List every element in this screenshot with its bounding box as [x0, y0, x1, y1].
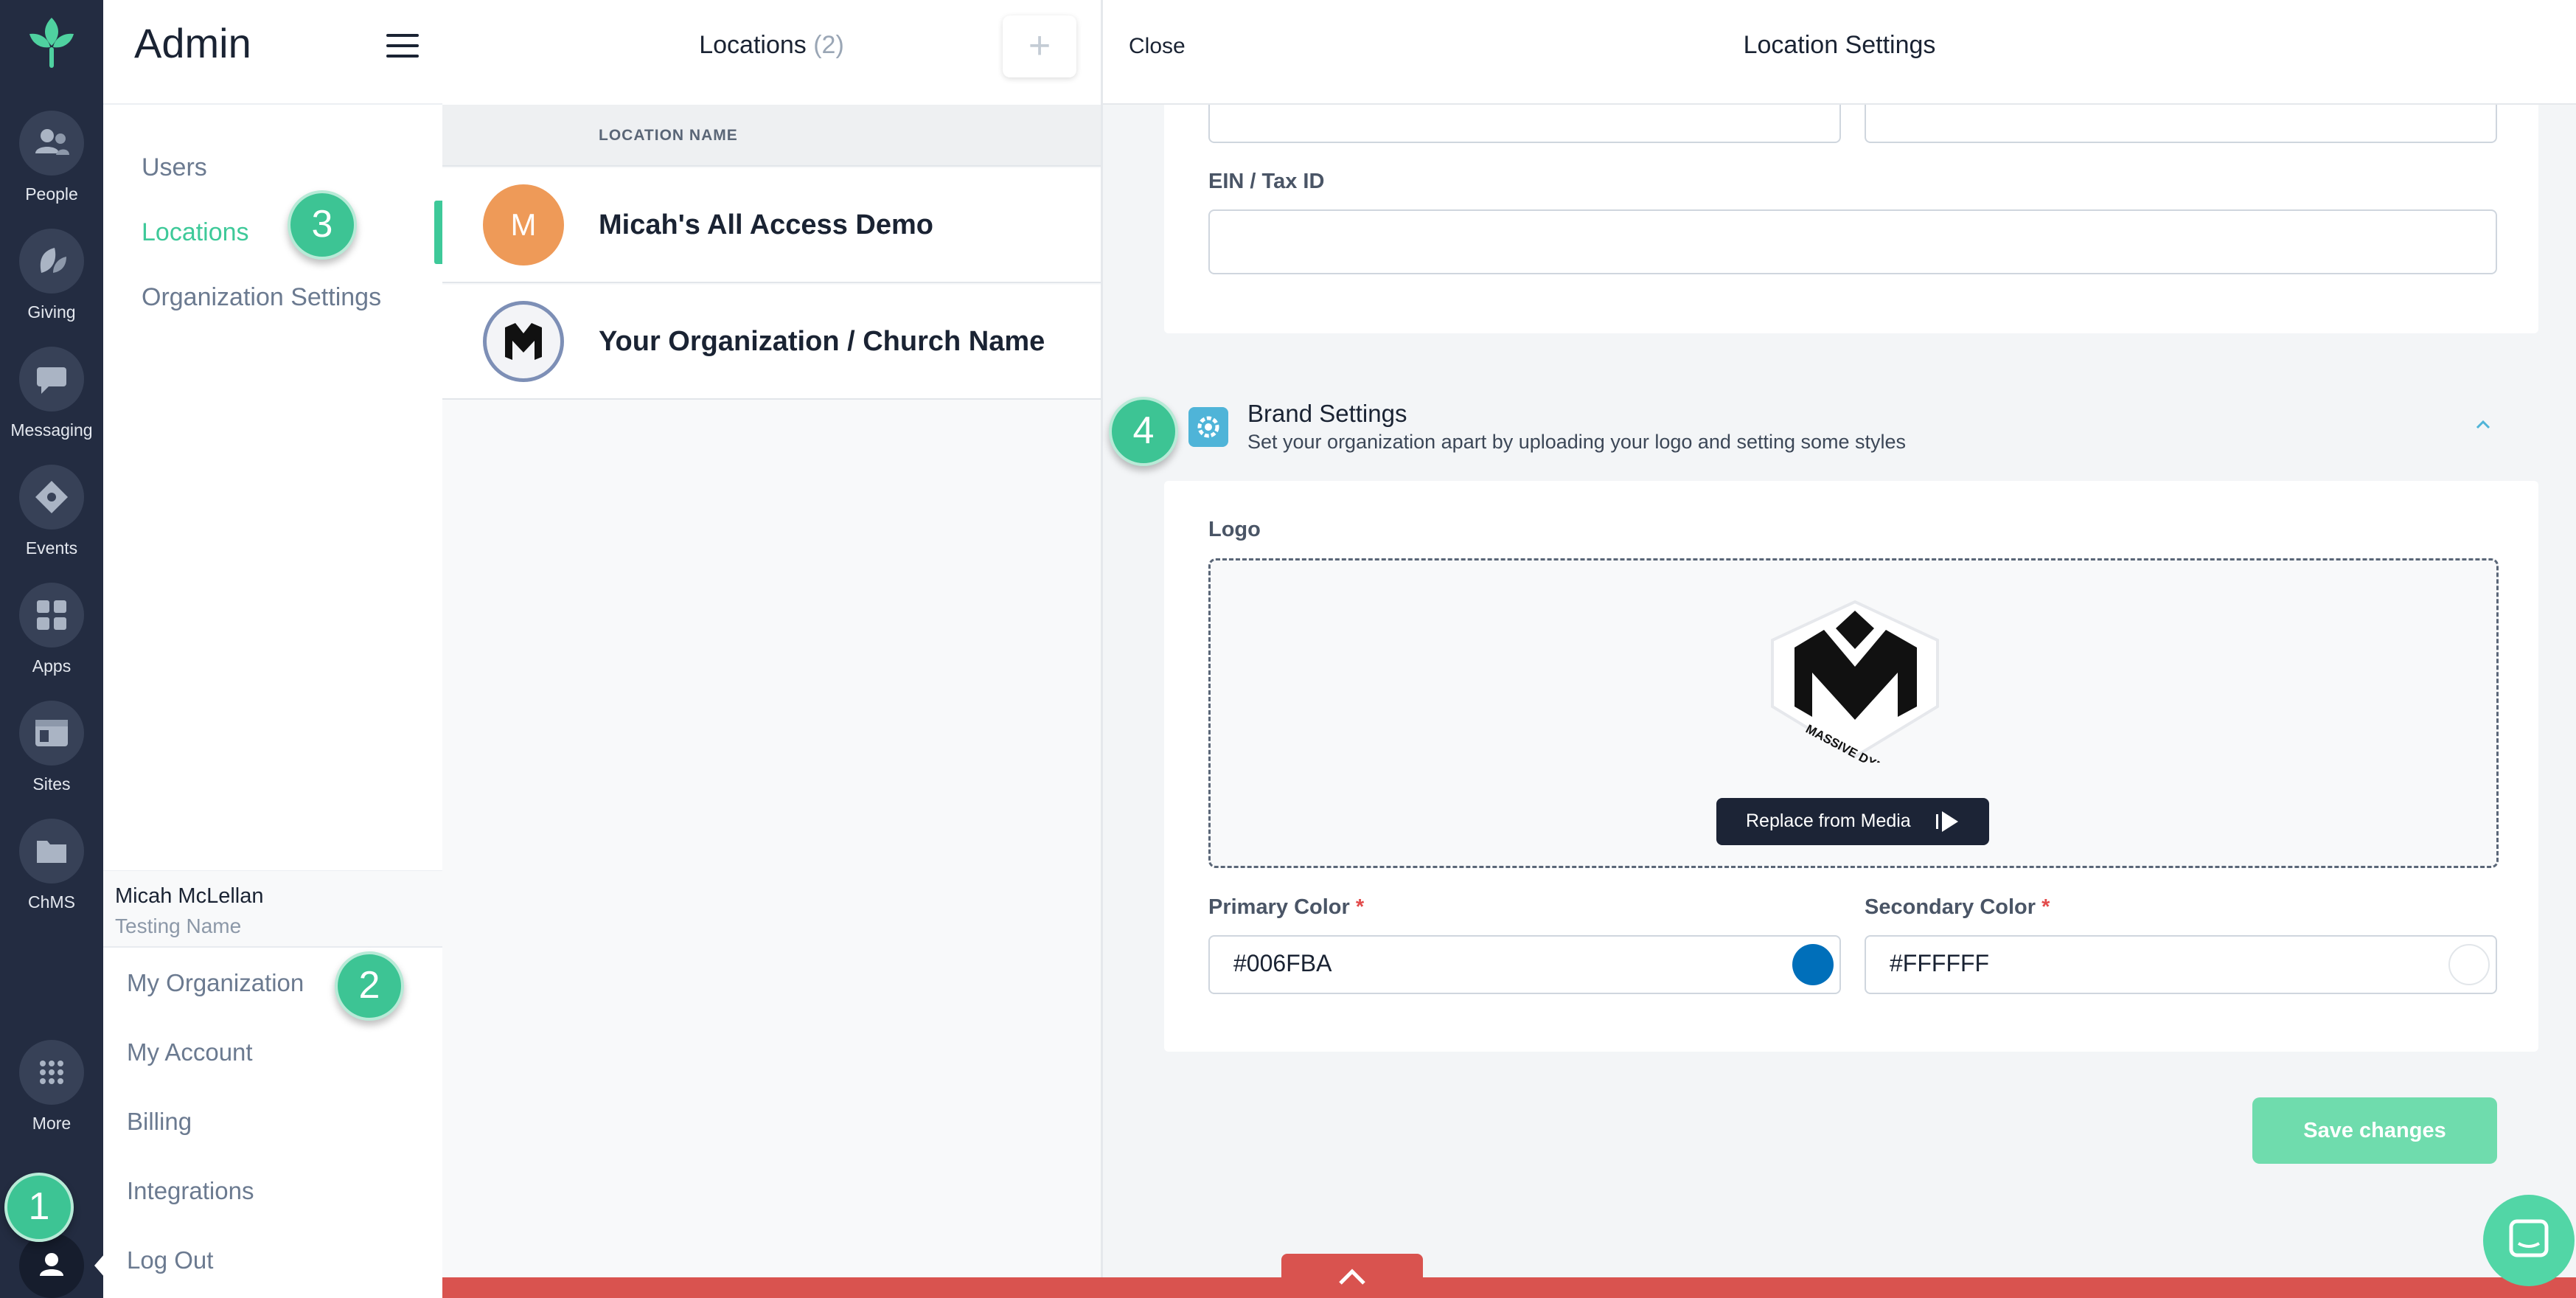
app-nav-rail: People Giving Messaging Events Apps Site…	[0, 0, 105, 1298]
user-name: Micah McLellan	[115, 884, 264, 908]
active-menu-indicator	[434, 201, 442, 264]
replace-from-media-button[interactable]: Replace from Media	[1716, 798, 1989, 845]
account-menu-my-organization[interactable]: My Organization	[127, 969, 304, 997]
bottom-status-bar	[442, 1277, 2576, 1298]
replace-from-media-label: Replace from Media	[1746, 811, 1911, 831]
primary-color-input[interactable]: #006FBA	[1208, 935, 1841, 994]
locations-header: Locations (2) +	[442, 0, 1101, 105]
secondary-color-label-text: Secondary Color	[1865, 895, 2036, 919]
nav-more[interactable]: More	[0, 1040, 103, 1134]
table-row[interactable]: M Micah's All Access Demo	[442, 168, 1101, 283]
secondary-color-value: #FFFFFF	[1890, 950, 1990, 976]
settings-title: Location Settings	[1743, 31, 1936, 59]
more-dots-icon	[19, 1040, 84, 1105]
nav-giving[interactable]: Giving	[0, 229, 103, 322]
save-changes-button[interactable]: Save changes	[2252, 1097, 2497, 1164]
chat-launcher-button[interactable]	[2483, 1195, 2575, 1286]
menu-locations[interactable]: Locations	[142, 218, 249, 247]
table-header: LOCATION NAME	[442, 105, 1101, 167]
massive-dynamic-logo: MASSIVE DYNAMIC	[1765, 596, 1945, 790]
organization-details-card: EIN / Tax ID	[1164, 74, 2538, 333]
user-icon	[40, 1253, 63, 1276]
sites-icon	[19, 701, 84, 766]
add-location-button[interactable]: +	[1003, 15, 1076, 77]
step-badge-1: 1	[4, 1173, 74, 1242]
admin-panel: Admin Users Locations Organization Setti…	[103, 0, 442, 1298]
nav-events-label: Events	[25, 538, 78, 558]
hamburger-menu-icon[interactable]	[386, 32, 419, 59]
gear-icon	[1188, 407, 1228, 447]
locations-count: (2)	[813, 31, 844, 59]
location-logo-avatar	[483, 301, 564, 382]
account-menu-my-account[interactable]: My Account	[127, 1038, 253, 1066]
chevron-up-icon	[1339, 1268, 1365, 1285]
account-menu-billing[interactable]: Billing	[127, 1108, 192, 1136]
media-play-icon	[1936, 811, 1958, 832]
primary-color-swatch[interactable]	[1792, 944, 1834, 985]
step-badge-2: 2	[335, 951, 404, 1021]
nav-sites-label: Sites	[32, 774, 71, 794]
logo-label: Logo	[1208, 518, 1261, 541]
nav-chms-label: ChMS	[28, 892, 75, 912]
app-logo-icon[interactable]	[27, 15, 77, 71]
column-location-name[interactable]: LOCATION NAME	[599, 127, 738, 145]
primary-color-value: #006FBA	[1233, 950, 1332, 976]
brand-settings-subtitle: Set your organization apart by uploading…	[1247, 431, 1907, 453]
admin-title: Admin	[134, 20, 251, 66]
giving-leaf-icon	[19, 229, 84, 294]
collapse-chevron-up-icon[interactable]	[2474, 419, 2492, 431]
people-icon	[19, 111, 84, 176]
ein-input[interactable]	[1208, 209, 2497, 274]
primary-color-label: Primary Color *	[1208, 895, 1364, 920]
table-row[interactable]: Your Organization / Church Name	[442, 285, 1101, 400]
required-asterisk: *	[1355, 895, 1365, 919]
profile-button[interactable]	[19, 1233, 84, 1298]
primary-color-label-text: Primary Color	[1208, 895, 1350, 919]
brand-settings-title: Brand Settings	[1247, 400, 1407, 427]
menu-organization-settings[interactable]: Organization Settings	[142, 283, 381, 312]
nav-chms[interactable]: ChMS	[0, 819, 103, 912]
location-name: Micah's All Access Demo	[599, 209, 933, 240]
apps-grid-icon	[19, 583, 84, 648]
step-badge-4: 4	[1109, 397, 1178, 466]
location-name: Your Organization / Church Name	[599, 326, 1045, 357]
locations-title-text: Locations	[699, 31, 807, 59]
nav-people[interactable]: People	[0, 111, 103, 204]
admin-header: Admin	[103, 0, 442, 105]
account-menu-integrations[interactable]: Integrations	[127, 1177, 254, 1205]
user-organization: Testing Name	[115, 914, 242, 937]
step-badge-3: 3	[288, 190, 357, 260]
nav-people-label: People	[25, 184, 78, 204]
nav-more-label: More	[32, 1114, 72, 1133]
secondary-color-label: Secondary Color *	[1865, 895, 2050, 920]
nav-sites[interactable]: Sites	[0, 701, 103, 794]
secondary-color-swatch[interactable]	[2448, 944, 2490, 985]
ein-label: EIN / Tax ID	[1208, 170, 1325, 193]
messaging-icon	[19, 347, 84, 412]
folder-icon	[19, 819, 84, 884]
menu-users[interactable]: Users	[142, 153, 207, 182]
settings-header: Close Location Settings	[1103, 0, 2576, 105]
nav-messaging-label: Messaging	[10, 420, 93, 440]
chat-icon	[2509, 1219, 2549, 1257]
logo-dropzone[interactable]: MASSIVE DYNAMIC Replace from Media	[1208, 558, 2499, 868]
location-settings-panel: Close Location Settings EIN / Tax ID Bra…	[1103, 0, 2576, 1298]
nav-events[interactable]: Events	[0, 465, 103, 558]
nav-apps-label: Apps	[32, 656, 72, 676]
expand-drawer-tab[interactable]	[1281, 1254, 1423, 1298]
current-user: Micah McLellan Testing Name	[103, 870, 442, 948]
nav-giving-label: Giving	[27, 302, 76, 322]
required-asterisk: *	[2041, 895, 2050, 919]
location-avatar: M	[483, 184, 564, 266]
nav-apps[interactable]: Apps	[0, 583, 103, 676]
events-ticket-icon	[19, 465, 84, 530]
account-menu-log-out[interactable]: Log Out	[127, 1246, 213, 1274]
locations-list-panel: Locations (2) + LOCATION NAME M Micah's …	[442, 0, 1103, 1298]
nav-messaging[interactable]: Messaging	[0, 347, 103, 440]
secondary-color-input[interactable]: #FFFFFF	[1865, 935, 2497, 994]
